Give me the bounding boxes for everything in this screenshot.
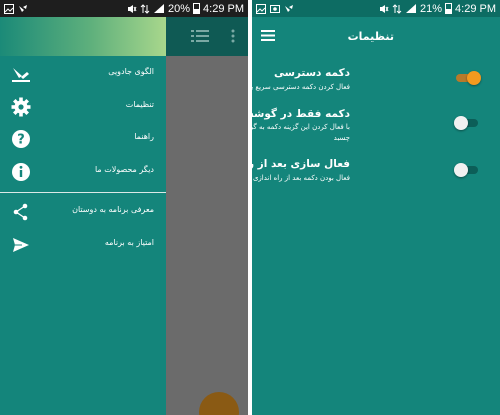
gear-icon xyxy=(11,97,31,117)
left-phone-screen: 20% 4:29 PM الگوی جادویی تنظیمات ? راهنم… xyxy=(0,0,248,415)
drawer-item-label: معرفی برنامه به دوستان xyxy=(72,205,154,214)
drawer-divider xyxy=(0,192,166,193)
drawer-scrim[interactable] xyxy=(166,56,248,415)
drawer-header xyxy=(0,17,166,56)
setting-description: فعال بودن دکمه بعد از راه اندازی مجدد گو… xyxy=(252,174,350,182)
notification-photo-icon xyxy=(270,4,280,13)
drawer-item-help[interactable]: ? راهنما xyxy=(0,124,166,154)
mute-icon xyxy=(128,4,137,13)
drawer-item-settings[interactable]: تنظیمات xyxy=(0,92,166,122)
drawer-item-label: راهنما xyxy=(134,132,154,141)
setting-corners-only[interactable]: دکمه فقط در گوشه ها با فعال کردن این گزی… xyxy=(252,103,500,149)
info-icon xyxy=(12,163,30,181)
svg-text:?: ? xyxy=(17,133,25,148)
battery-icon xyxy=(445,3,453,14)
help-icon: ? xyxy=(12,130,30,148)
data-arrows-icon xyxy=(140,3,150,14)
toggle-thumb xyxy=(467,71,481,85)
drawer-item-magic-pattern[interactable]: الگوی جادویی xyxy=(0,59,166,89)
setting-title: دکمه دسترسی xyxy=(273,67,350,79)
notification-app-icon xyxy=(19,4,27,12)
overflow-menu-icon[interactable] xyxy=(231,29,235,43)
battery-percent: 20% xyxy=(168,2,191,15)
setting-description: فعال کردن دکمه دسترسی سریع به جایگاه الگ… xyxy=(252,83,350,91)
share-icon xyxy=(13,203,28,221)
drawer-item-label: تنظیمات xyxy=(125,100,154,109)
status-bar: 20% 4:29 PM xyxy=(0,0,248,17)
hamburger-icon[interactable] xyxy=(261,30,275,41)
notification-image-icon xyxy=(4,3,14,14)
access-button-toggle[interactable] xyxy=(454,71,481,85)
after-reboot-toggle[interactable] xyxy=(454,163,480,177)
drawer-item-label: دیگر محصولات ما xyxy=(94,165,154,174)
setting-activate-after-reboot[interactable]: فعال سازی بعد از راه اندازی مجدد فعال بو… xyxy=(252,153,500,193)
toggle-thumb xyxy=(454,163,468,177)
corners-only-toggle[interactable] xyxy=(454,116,480,130)
notification-app-icon xyxy=(285,4,293,12)
drawer-item-share-app[interactable]: معرفی برنامه به دوستان xyxy=(0,197,166,227)
data-arrows-icon xyxy=(392,3,402,14)
toolbar: تنظیمات xyxy=(252,17,500,56)
send-icon xyxy=(13,238,29,252)
setting-access-button[interactable]: دکمه دسترسی فعال کردن دکمه دسترسی سریع ب… xyxy=(252,62,500,102)
drawer-item-rate-app[interactable]: امتیاز به برنامه xyxy=(0,230,166,260)
mute-icon xyxy=(380,4,389,13)
status-time: 4:29 PM xyxy=(203,2,244,15)
drawer-item-label: الگوی جادویی xyxy=(108,67,154,76)
setting-title: دکمه فقط در گوشه ها xyxy=(252,108,350,120)
navigation-drawer: الگوی جادویی تنظیمات ? راهنما دیگر محصول… xyxy=(0,17,166,415)
list-view-icon[interactable] xyxy=(191,29,209,43)
notification-image-icon xyxy=(256,3,266,14)
setting-title: فعال سازی بعد از راه اندازی مجدد xyxy=(252,158,350,170)
battery-icon xyxy=(193,3,201,14)
status-time: 4:29 PM xyxy=(455,2,496,15)
toggle-thumb xyxy=(454,116,468,130)
signal-icon xyxy=(154,4,164,13)
right-phone-screen: 21% 4:29 PM تنظیمات دکمه دسترسی فعال کرد… xyxy=(252,0,500,415)
page-title: تنظیمات xyxy=(347,30,394,43)
signal-icon xyxy=(406,4,416,13)
drawer-item-other-products[interactable]: دیگر محصولات ما xyxy=(0,157,166,187)
magic-pattern-icon xyxy=(12,68,30,82)
drawer-item-label: امتیاز به برنامه xyxy=(104,238,154,247)
setting-description: با فعال کردن این گزینه دکمه به گوشه های … xyxy=(252,123,350,142)
status-bar: 21% 4:29 PM xyxy=(252,0,500,17)
battery-percent: 21% xyxy=(420,2,443,15)
